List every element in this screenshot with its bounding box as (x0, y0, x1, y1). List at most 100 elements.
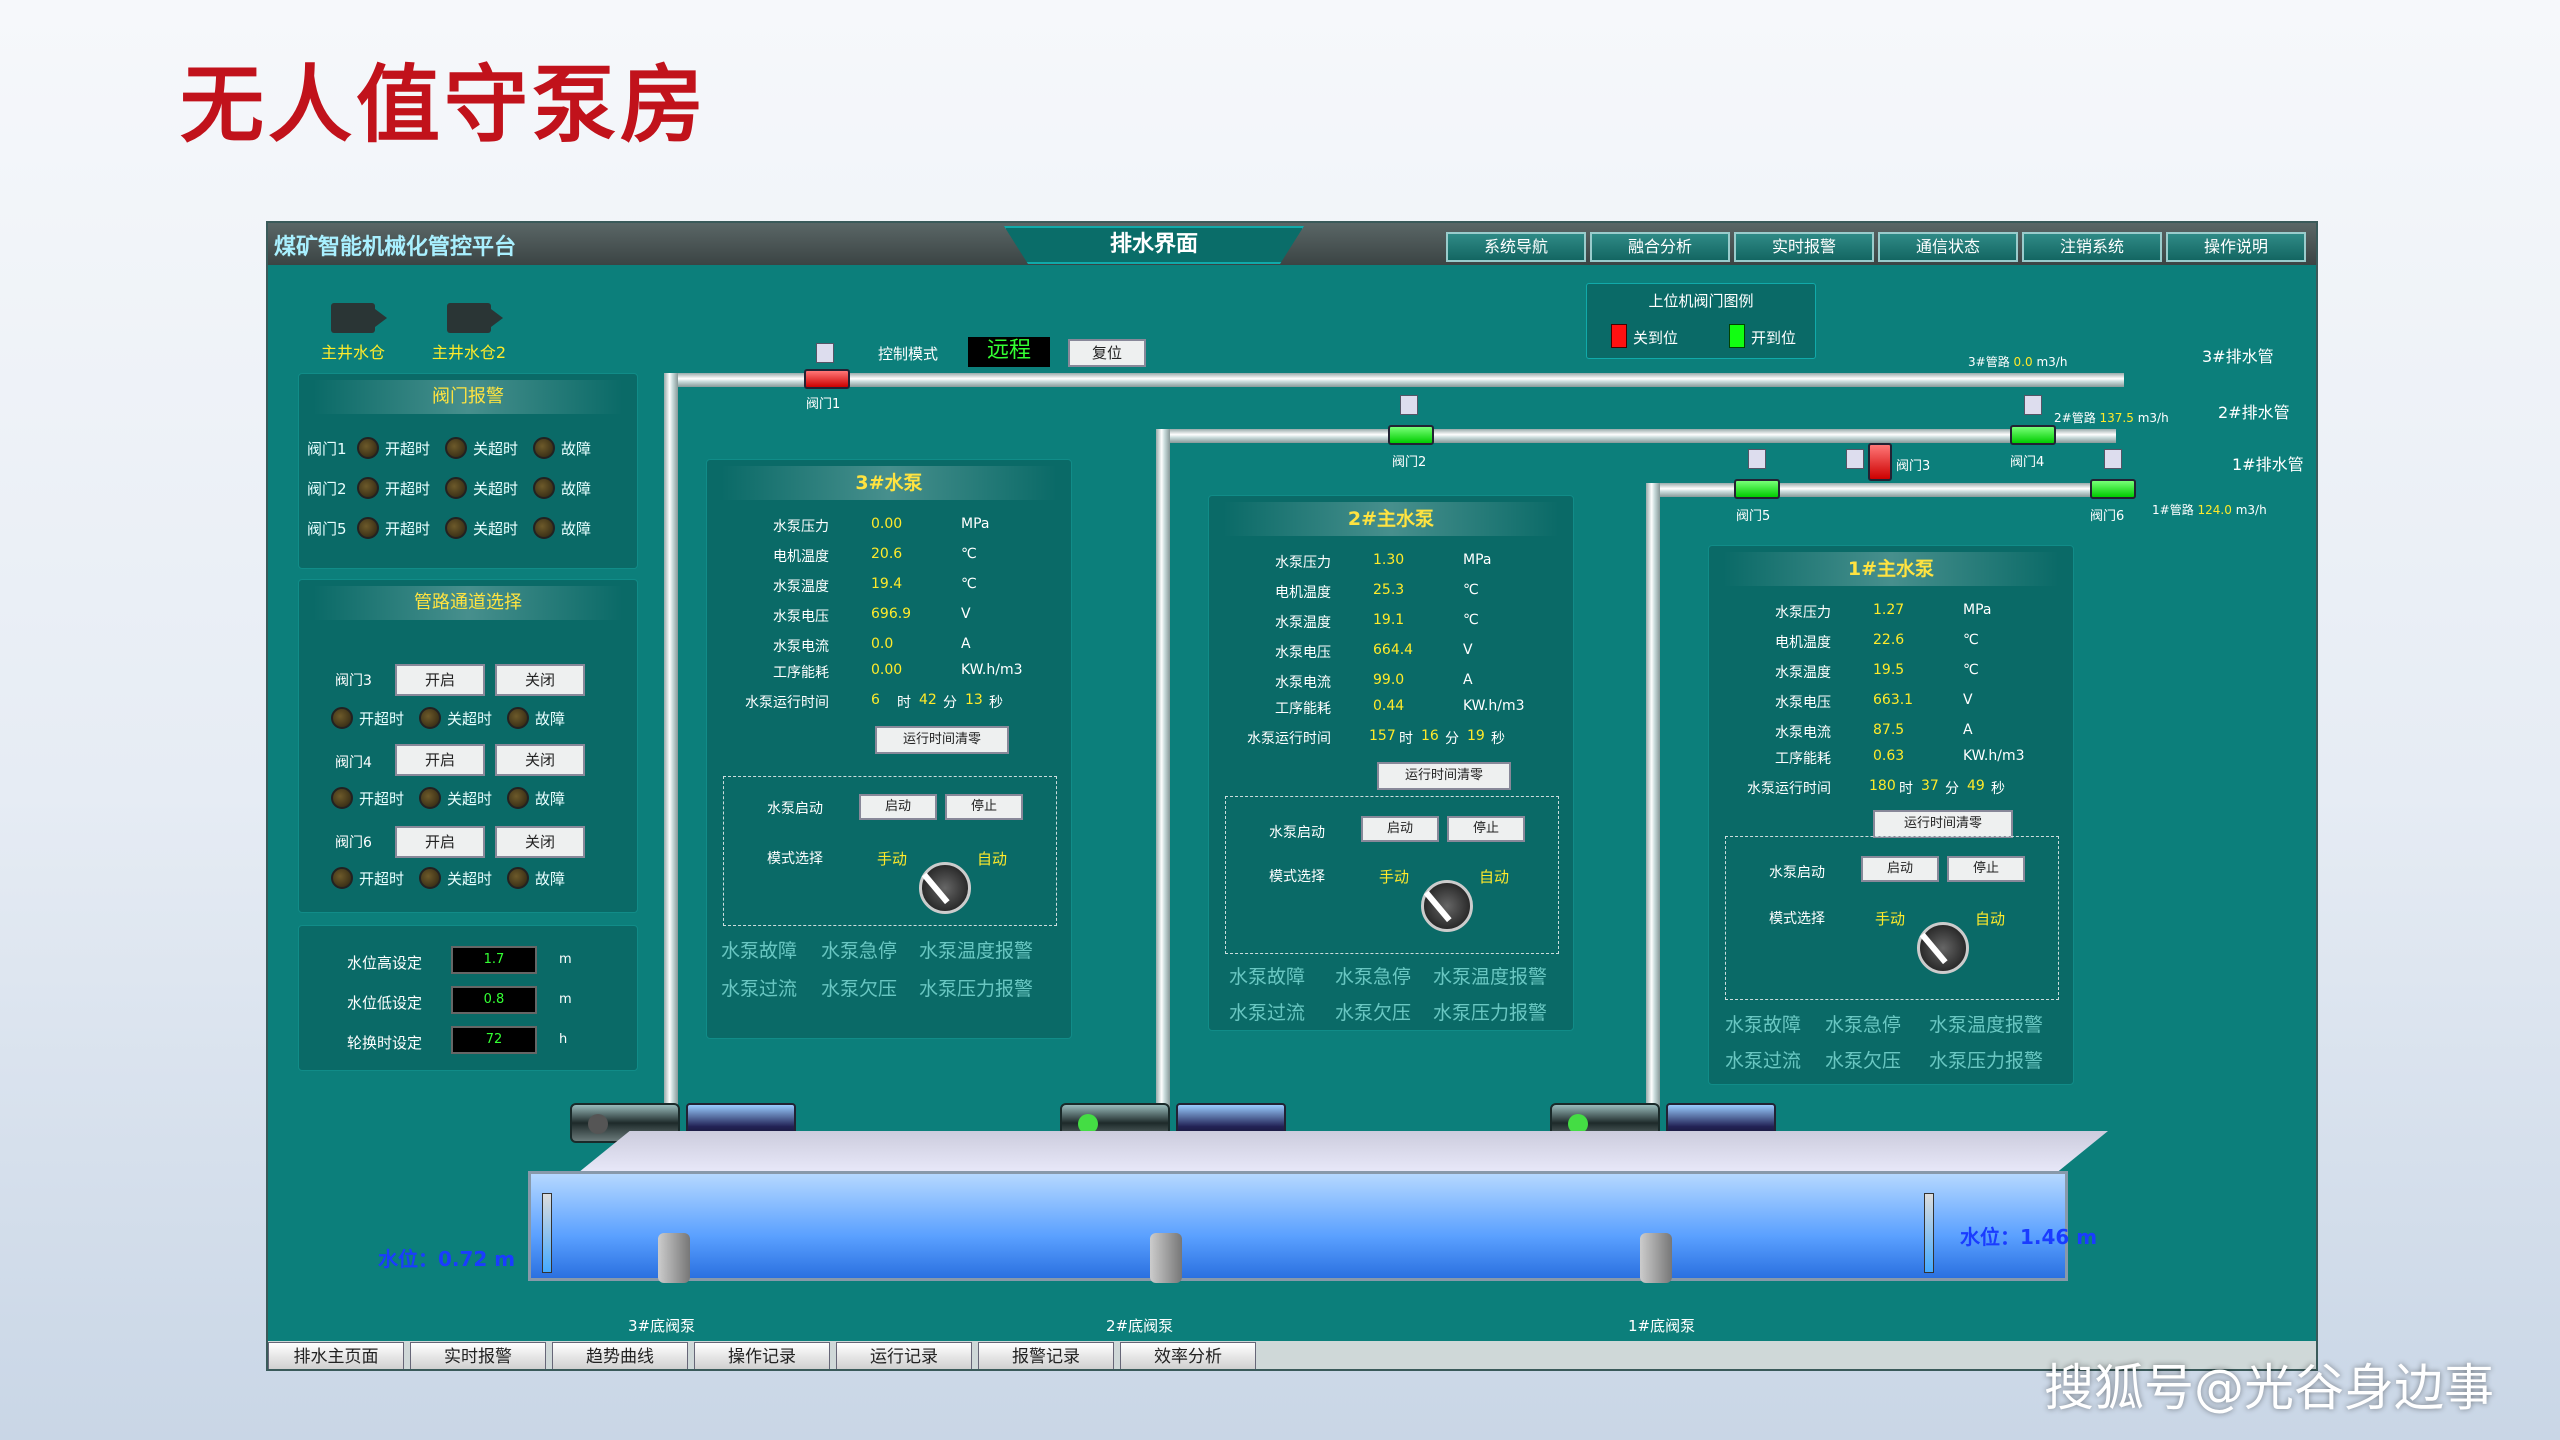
mode-knob[interactable] (1917, 922, 1969, 974)
pump-stop-button[interactable]: 停止 (945, 794, 1023, 820)
pump-start-button[interactable]: 启动 (1861, 856, 1939, 882)
bottom-nav-oplog[interactable]: 操作记录 (694, 1342, 830, 1369)
pump-stop-button[interactable]: 停止 (1447, 816, 1525, 842)
row-key: 水泵电压 (773, 609, 829, 625)
setting-unit: m (559, 992, 572, 1007)
bottom-nav-alarmlog[interactable]: 报警记录 (978, 1342, 1114, 1369)
start-label: 水泵启动 (1269, 825, 1325, 841)
bottom-nav-runlog[interactable]: 运行记录 (836, 1342, 972, 1369)
nav-fusion[interactable]: 融合分析 (1590, 232, 1730, 262)
lamp-label: 故障 (535, 789, 566, 808)
lamp-label: 关超时 (473, 519, 519, 538)
fault-lamp (533, 477, 555, 499)
voltage-row: 水泵电压 696.9 V (707, 606, 1071, 634)
valve-4[interactable] (2010, 425, 2056, 445)
valve6-open-button[interactable]: 开启 (395, 826, 485, 858)
fault-lamp (533, 517, 555, 539)
energy-row: 工序能耗 0.00 KW.h/m3 (707, 662, 1071, 690)
valve-1[interactable] (804, 369, 850, 389)
pump-2-panel: 2#主水泵 水泵压力 1.30 MPa 电机温度 25.3 ℃ 水泵温度 19.1 ℃ 水泵… (1208, 495, 1574, 1031)
current-row: 水泵电流 99.0 A (1209, 672, 1573, 700)
valve3-open-button[interactable]: 开启 (395, 664, 485, 696)
pump-temp-row: 水泵温度 19.5 ℃ (1709, 662, 2073, 690)
bottom-nav-trend[interactable]: 趋势曲线 (552, 1342, 688, 1369)
lamp-label: 故障 (535, 709, 566, 728)
bottom-nav-efficiency[interactable]: 效率分析 (1120, 1342, 1256, 1369)
second-unit: 秒 (1491, 731, 1505, 747)
legend-title: 上位机阀门图例 (1648, 292, 1754, 310)
valve-alarm-title: 阀门报警 (313, 380, 623, 414)
pipe-1 (1646, 483, 2126, 497)
valve-alarm-panel: 阀门报警 阀门1 开超时 关超时 故障 阀门2 开超时 关超时 故障 阀门5 开… (298, 373, 638, 569)
valve4-close-button[interactable]: 关闭 (495, 744, 585, 776)
fault-lamp (507, 867, 529, 889)
nav-alarm[interactable]: 实时报警 (1734, 232, 1874, 262)
auto-label: 自动 (1479, 868, 1510, 886)
pump-start-button[interactable]: 启动 (859, 794, 937, 820)
clear-runtime-button[interactable]: 运行时间清零 (875, 726, 1009, 754)
hour-unit: 时 (897, 695, 911, 711)
camera-1[interactable]: 主井水仓 (298, 303, 408, 363)
water-level-right: 水位：1.46 m (1960, 1225, 2098, 1249)
camera-2[interactable]: 主井水仓2 (414, 303, 524, 363)
valve3-close-button[interactable]: 关闭 (495, 664, 585, 696)
clear-runtime-button[interactable]: 运行时间清零 (1377, 762, 1511, 790)
valve-5[interactable] (1734, 479, 1780, 499)
lamp-label: 故障 (535, 869, 566, 888)
valve-6[interactable] (2090, 479, 2136, 499)
mode-knob[interactable] (919, 862, 971, 914)
lamp-label: 故障 (561, 519, 592, 538)
run-seconds: 13 (965, 692, 983, 708)
flow-3: 3#管路 0.0 m3/h (1968, 353, 2067, 370)
pump-stop-button[interactable]: 停止 (1947, 856, 2025, 882)
nav-help[interactable]: 操作说明 (2166, 232, 2306, 262)
bottom-nav-home[interactable]: 排水主页面 (268, 1342, 404, 1369)
nav-comm[interactable]: 通信状态 (1878, 232, 2018, 262)
flow-unit: m3/h (2036, 355, 2068, 369)
nav-logout[interactable]: 注销系统 (2022, 232, 2162, 262)
row-unit: ℃ (961, 546, 977, 562)
flow-1: 1#管路 124.0 m3/h (2152, 501, 2267, 518)
lamp-label: 开超时 (385, 479, 431, 498)
valve-legend: 上位机阀门图例 关到位 开到位 (1586, 283, 1816, 359)
row-unit: ℃ (1963, 632, 1979, 648)
valve4-open-button[interactable]: 开启 (395, 744, 485, 776)
valve-2[interactable] (1388, 425, 1434, 445)
valve-3[interactable] (1868, 443, 1892, 481)
pump-start-button[interactable]: 启动 (1361, 816, 1439, 842)
row-unit: V (1963, 692, 1973, 708)
nav-system[interactable]: 系统导航 (1446, 232, 1586, 262)
close-timeout-lamp (419, 787, 441, 809)
alarm-temp: 水泵温度报警 (1433, 966, 1548, 988)
mode-knob[interactable] (1421, 880, 1473, 932)
level-gauge-left (542, 1193, 552, 1273)
water-low-input[interactable]: 0.8 (451, 986, 537, 1014)
water-high-input[interactable]: 1.7 (451, 946, 537, 974)
lamp-label: 开超时 (359, 789, 405, 808)
pump-temp-row: 水泵温度 19.1 ℃ (1209, 612, 1573, 640)
hour-unit: 时 (1899, 781, 1913, 797)
open-swatch (1729, 324, 1745, 348)
clear-runtime-button[interactable]: 运行时间清零 (1873, 810, 2013, 838)
reset-button[interactable]: 复位 (1068, 339, 1146, 367)
row-value: 1.30 (1373, 552, 1405, 568)
valve4-label: 阀门4 (335, 755, 372, 771)
control-mode-value: 远程 (968, 337, 1050, 367)
pipe-select-title: 管路通道选择 (313, 586, 623, 620)
row-value: 19.5 (1873, 662, 1905, 678)
camera-label: 主井水仓2 (431, 343, 507, 362)
row-unit: A (1963, 722, 1973, 738)
alarm-estop: 水泵急停 (1825, 1014, 1902, 1036)
bottom-nav-alarm[interactable]: 实时报警 (410, 1342, 546, 1369)
valve6-close-button[interactable]: 关闭 (495, 826, 585, 858)
tab-drainage[interactable]: 排水界面 (1004, 226, 1304, 264)
close-timeout-lamp (445, 437, 467, 459)
run-seconds: 19 (1467, 728, 1485, 744)
pump-title: 2#主水泵 (1223, 502, 1559, 536)
minute-unit: 分 (1945, 781, 1959, 797)
rotation-time-input[interactable]: 72 (451, 1026, 537, 1054)
slide-title: 无人值守泵房 (180, 56, 709, 154)
valve-alarm-row: 阀门1 开超时 关超时 故障 (307, 434, 591, 462)
lamp-label: 关超时 (447, 869, 493, 888)
row-unit: MPa (1963, 602, 1992, 618)
